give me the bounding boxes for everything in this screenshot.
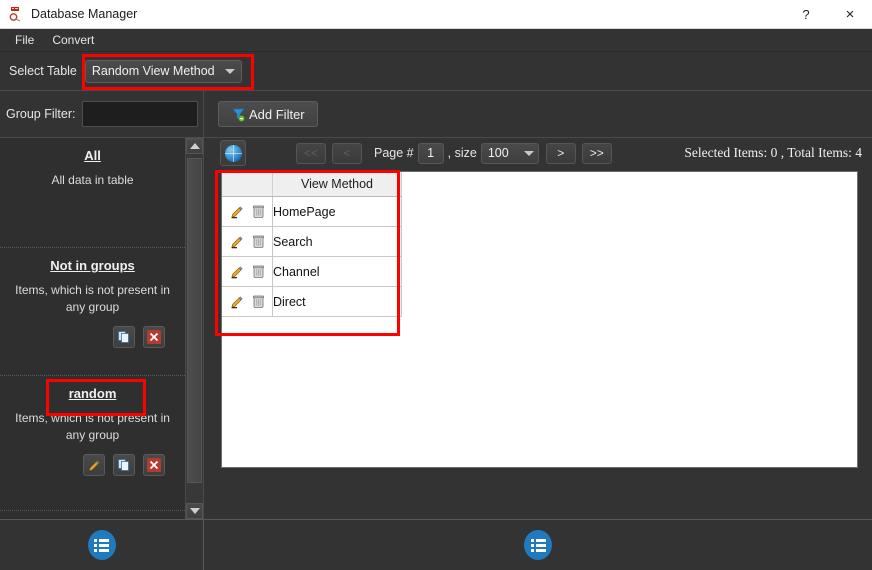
group-actions: [8, 454, 177, 476]
delete-icon[interactable]: [252, 234, 265, 249]
window-controls: ? ×: [784, 0, 872, 28]
group-list: All All data in table Not in groups Item…: [0, 138, 186, 519]
chevron-down-icon: [224, 68, 235, 74]
copy-icon[interactable]: [113, 454, 136, 476]
select-table-row: Select Table Random View Method: [0, 52, 872, 91]
first-page-button[interactable]: <<: [296, 142, 326, 164]
group-filter-input[interactable]: [82, 101, 199, 127]
data-table-panel: View Method HomePage Search Channel Dire…: [221, 171, 858, 468]
row-actions: [222, 196, 273, 227]
chevron-down-icon: [189, 508, 200, 514]
add-filter-label: Add Filter: [249, 106, 305, 122]
page-label: Page #: [374, 146, 414, 160]
data-table: View Method HomePage Search Channel Dire…: [222, 172, 402, 317]
add-filter-button[interactable]: Add Filter: [218, 101, 318, 127]
delete-icon[interactable]: [143, 326, 166, 348]
last-page-button[interactable]: >>: [581, 142, 612, 164]
prev-page-button[interactable]: <: [332, 142, 362, 164]
table-row[interactable]: Search: [222, 226, 402, 257]
bottom-right-section: [204, 520, 872, 570]
cell-view-method[interactable]: HomePage: [272, 196, 402, 227]
group-list-button[interactable]: [87, 530, 116, 560]
title-bar: Database Manager ? ×: [0, 0, 872, 29]
scroll-down-button[interactable]: [186, 503, 203, 519]
copy-icon[interactable]: [113, 326, 136, 348]
cell-view-method[interactable]: Search: [272, 226, 402, 257]
table-row[interactable]: Channel: [222, 256, 402, 287]
scroll-up-button[interactable]: [186, 138, 203, 154]
select-table-dropdown[interactable]: Random View Method: [84, 59, 242, 83]
refresh-button[interactable]: [220, 140, 246, 166]
funnel-icon: [231, 107, 245, 122]
group-filter-area: Group Filter:: [0, 91, 204, 137]
close-button[interactable]: ×: [828, 0, 872, 28]
select-table-label: Select Table: [9, 64, 77, 78]
menu-bar: File Convert: [0, 29, 872, 52]
next-page-button[interactable]: >: [545, 142, 576, 164]
menu-file[interactable]: File: [6, 31, 43, 49]
edit-icon[interactable]: [83, 454, 106, 476]
cell-view-method[interactable]: Direct: [272, 286, 402, 317]
row-actions: [222, 226, 273, 257]
list-icon: [94, 538, 109, 552]
group-title: Not in groups: [50, 258, 135, 273]
pagination-toolbar: << < Page # 1 , size 100 > >> Selected I…: [204, 138, 872, 168]
row-actions: [222, 286, 273, 317]
table-row[interactable]: HomePage: [222, 196, 402, 227]
chevron-up-icon: [189, 143, 200, 149]
sidebar-scrollbar[interactable]: [185, 138, 203, 519]
edit-icon[interactable]: [230, 264, 245, 279]
delete-icon[interactable]: [252, 294, 265, 309]
database-icon: [7, 6, 23, 22]
edit-icon[interactable]: [230, 294, 245, 309]
chevron-down-icon: [523, 150, 534, 156]
bottom-bar: [0, 519, 872, 570]
page-size-dropdown[interactable]: 100: [480, 142, 539, 164]
select-table-value: Random View Method: [91, 64, 215, 78]
edit-icon[interactable]: [230, 204, 245, 219]
filter-row: Group Filter: Add Filter: [0, 91, 872, 138]
application-window: Database Manager ? × File Convert Select…: [0, 0, 872, 570]
delete-icon[interactable]: [252, 204, 265, 219]
window-title: Database Manager: [31, 7, 138, 21]
delete-icon[interactable]: [252, 264, 265, 279]
group-filter-label: Group Filter:: [6, 107, 76, 121]
globe-refresh-icon: [224, 144, 242, 162]
cell-view-method[interactable]: Channel: [272, 256, 402, 287]
column-header-view-method[interactable]: View Method: [272, 172, 402, 197]
status-counts: Selected Items: 0 , Total Items: 4: [684, 145, 862, 160]
body-split: All All data in table Not in groups Item…: [0, 138, 872, 519]
group-title: All: [84, 148, 101, 163]
table-header-row: View Method: [222, 172, 402, 197]
scroll-thumb[interactable]: [187, 158, 202, 483]
group-card-not-in-groups[interactable]: Not in groups Items, which is not presen…: [0, 248, 186, 376]
group-sidebar: All All data in table Not in groups Item…: [0, 138, 204, 519]
group-card-all[interactable]: All All data in table: [0, 138, 186, 248]
group-description: Items, which is not present in any group: [15, 283, 170, 314]
page-size-value: 100: [487, 146, 509, 160]
record-list-button[interactable]: [524, 530, 552, 560]
menu-convert[interactable]: Convert: [43, 31, 103, 49]
column-header-actions[interactable]: [222, 172, 273, 197]
edit-icon[interactable]: [230, 234, 245, 249]
group-description: Items, which is not present in any group: [15, 411, 170, 442]
page-number-input[interactable]: 1: [417, 142, 444, 164]
scroll-track[interactable]: [186, 154, 203, 503]
size-label: , size: [447, 146, 477, 160]
list-icon: [530, 538, 546, 552]
help-button[interactable]: ?: [784, 0, 828, 28]
group-title: random: [68, 386, 117, 401]
bottom-left-section: [0, 520, 204, 570]
group-actions: [8, 326, 177, 348]
main-content: << < Page # 1 , size 100 > >> Selected I…: [204, 138, 872, 519]
group-card-random[interactable]: random Items, which is not present in an…: [0, 376, 186, 511]
delete-icon[interactable]: [143, 454, 166, 476]
table-row[interactable]: Direct: [222, 286, 402, 317]
add-filter-area: Add Filter: [204, 91, 872, 137]
group-description: All data in table: [51, 173, 134, 187]
row-actions: [222, 256, 273, 287]
